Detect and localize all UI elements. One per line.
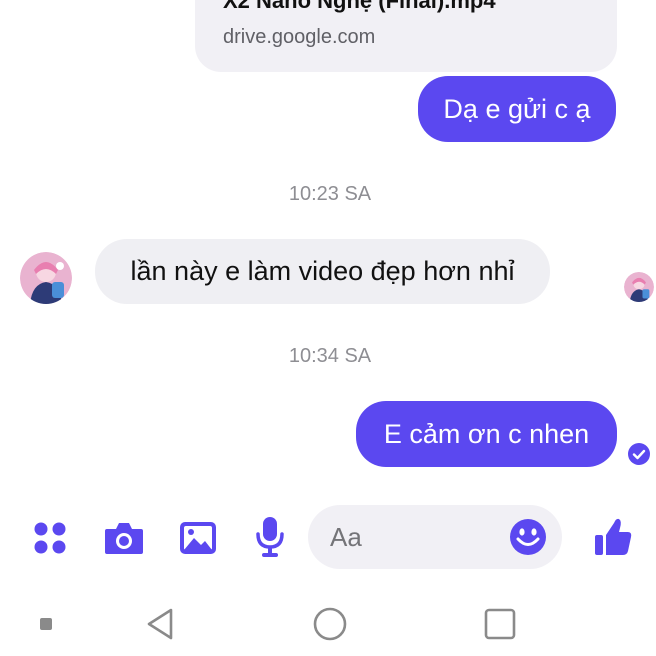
microphone-icon[interactable]	[252, 515, 288, 559]
back-icon[interactable]	[140, 604, 180, 644]
link-title: X2 Nano Nghệ (Final).mp4	[223, 0, 496, 13]
link-domain: drive.google.com	[223, 26, 376, 48]
sent-check-icon	[628, 443, 650, 465]
message-timestamp: 10:23 SA	[288, 183, 372, 205]
message-timestamp: 10:34 SA	[288, 345, 372, 367]
message-input-placeholder: Aa	[330, 522, 362, 552]
camera-icon[interactable]	[103, 518, 145, 558]
message-bubble-incoming[interactable]: lần này e làm video đẹp hơn nhỉ	[95, 239, 550, 304]
apps-icon[interactable]	[30, 518, 70, 558]
emoji-icon[interactable]	[508, 517, 548, 557]
menu-icon[interactable]	[36, 614, 56, 634]
message-bubble-outgoing[interactable]: Dạ e gửi c ạ	[418, 76, 616, 142]
message-input[interactable]: Aa	[308, 505, 562, 569]
like-icon[interactable]	[592, 514, 634, 558]
seen-avatar	[624, 272, 654, 302]
message-bubble-outgoing[interactable]: E cảm ơn c nhen	[356, 401, 617, 467]
home-icon[interactable]	[310, 604, 350, 644]
recents-icon[interactable]	[480, 604, 520, 644]
contact-avatar[interactable]	[20, 252, 72, 304]
image-icon[interactable]	[177, 518, 219, 558]
link-preview-card[interactable]: X2 Nano Nghệ (Final).mp4 drive.google.co…	[195, 0, 617, 72]
